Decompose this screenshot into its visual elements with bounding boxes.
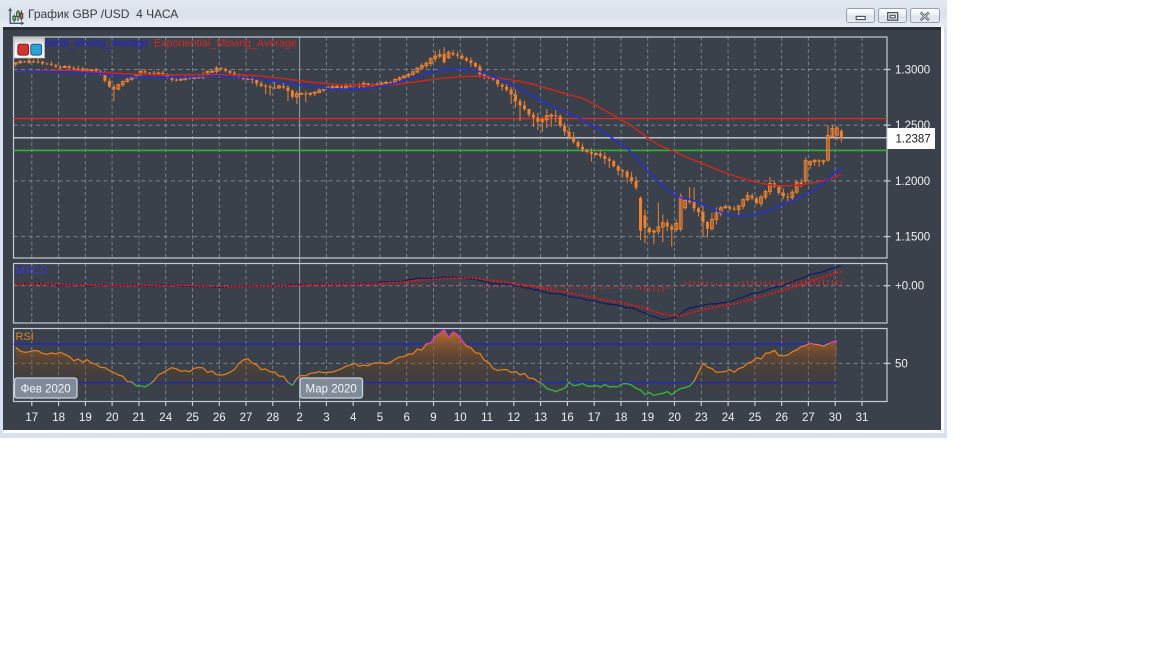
svg-text:9: 9	[430, 412, 436, 424]
svg-text:30: 30	[829, 412, 842, 424]
svg-text:+0.00: +0.00	[895, 281, 924, 293]
svg-text:23: 23	[695, 412, 708, 424]
svg-text:18: 18	[52, 412, 65, 424]
svg-text:17: 17	[25, 412, 38, 424]
svg-text:1.2387: 1.2387	[896, 134, 931, 146]
svg-text:27: 27	[802, 412, 815, 424]
svg-text:2: 2	[296, 412, 302, 424]
svg-text:31: 31	[856, 412, 869, 424]
svg-text:RSI: RSI	[16, 331, 34, 343]
svg-text:25: 25	[186, 412, 199, 424]
svg-text:Exponential_Moving_Average: Exponential_Moving_Average	[154, 38, 297, 50]
svg-text:3: 3	[323, 412, 329, 424]
svg-text:11: 11	[481, 412, 493, 424]
svg-text:Фев 2020: Фев 2020	[21, 384, 71, 396]
svg-text:13: 13	[534, 412, 547, 424]
svg-text:18: 18	[615, 412, 628, 424]
svg-text:20: 20	[106, 412, 119, 424]
svg-text:16: 16	[561, 412, 574, 424]
svg-text:Мар 2020: Мар 2020	[306, 384, 357, 396]
svg-text:21: 21	[133, 412, 146, 424]
svg-text:12: 12	[507, 412, 520, 424]
svg-text:19: 19	[79, 412, 92, 424]
svg-text:28: 28	[266, 412, 279, 424]
svg-text:10: 10	[454, 412, 467, 424]
svg-text:4: 4	[350, 412, 357, 424]
svg-text:27: 27	[240, 412, 253, 424]
svg-text:50: 50	[895, 358, 908, 370]
svg-text:MACD: MACD	[16, 265, 48, 277]
svg-text:5: 5	[377, 412, 383, 424]
svg-text:1.2000: 1.2000	[895, 176, 930, 188]
svg-text:25: 25	[749, 412, 762, 424]
svg-text:24: 24	[722, 412, 735, 424]
svg-text:6: 6	[403, 412, 409, 424]
svg-text:26: 26	[775, 412, 788, 424]
svg-text:24: 24	[159, 412, 172, 424]
svg-text:26: 26	[213, 412, 226, 424]
svg-text:19: 19	[641, 412, 654, 424]
svg-text:ential_Moving_Average: ential_Moving_Average	[45, 38, 148, 50]
svg-text:17: 17	[588, 412, 601, 424]
svg-text:1.3000: 1.3000	[895, 65, 930, 77]
svg-text:1.1500: 1.1500	[895, 232, 930, 244]
svg-text:20: 20	[668, 412, 681, 424]
